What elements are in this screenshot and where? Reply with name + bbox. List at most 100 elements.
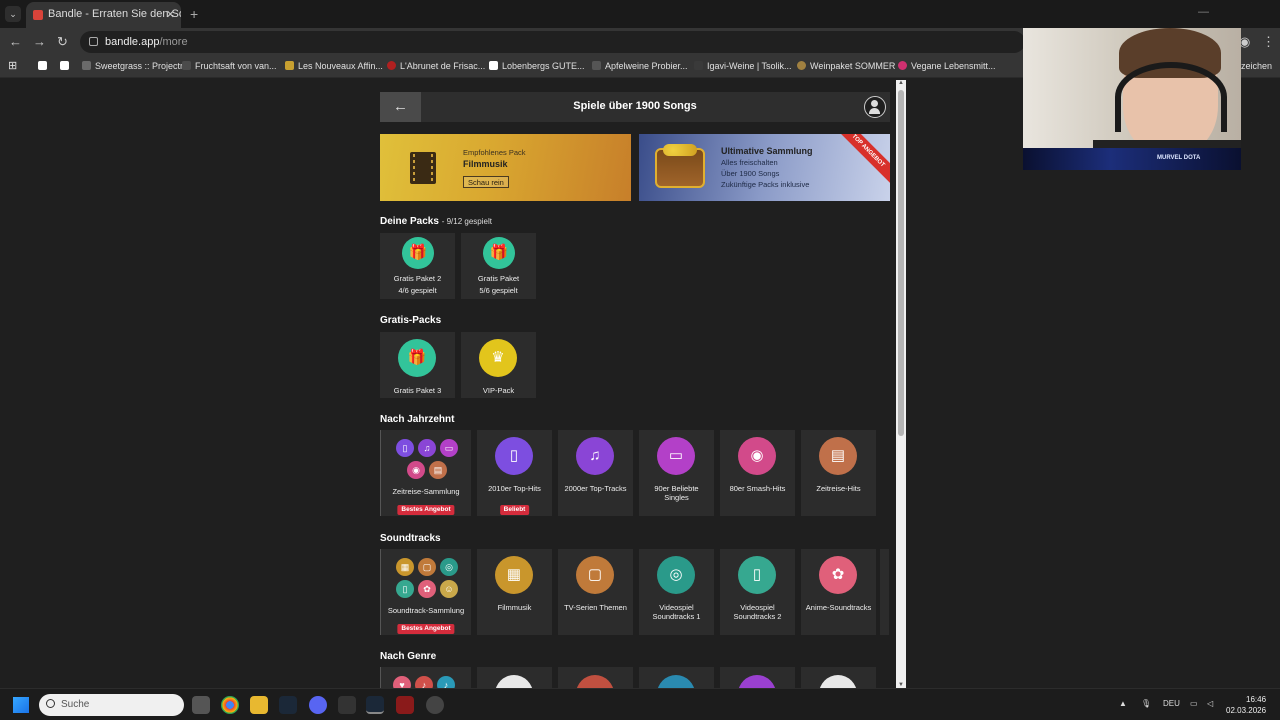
bookmark-2[interactable]: Fruchtsaft von van... — [182, 61, 277, 71]
task-view-icon[interactable] — [192, 696, 210, 714]
bookmark-6[interactable]: Apfelweine Probier... — [592, 61, 688, 71]
pack-card[interactable] — [477, 667, 552, 688]
pack-card[interactable]: 🎁 Gratis Paket 2 4/6 gespielt — [380, 233, 455, 299]
address-bar[interactable]: bandle.app/more — [80, 31, 1025, 53]
app-red-icon[interactable] — [396, 696, 414, 714]
ultimate-line2: Über 1900 Songs — [721, 169, 780, 178]
pack-status: 5/6 gespielt — [479, 286, 518, 295]
page-header: ← Spiele über 1900 Songs — [380, 92, 890, 122]
file-explorer-icon[interactable] — [250, 696, 268, 714]
amazon-bookmark-icon[interactable] — [38, 61, 51, 71]
crown-icon: ♛ — [479, 339, 517, 377]
pack-card[interactable] — [801, 667, 876, 688]
pack-name-line2: Soundtracks 2 — [733, 612, 782, 621]
pack-card[interactable]: ▭ 90er Beliebte Singles — [639, 430, 714, 516]
windows-start-icon[interactable] — [13, 697, 29, 713]
forward-nav-icon[interactable]: → — [33, 34, 46, 49]
featured-pack-banner[interactable]: Empfohlenes Pack Filmmusik Schau rein — [380, 134, 631, 201]
menu-icon[interactable]: ⋮ — [1262, 34, 1275, 50]
cassette-icon: ▭ — [657, 437, 695, 475]
collection-card[interactable]: ▯ ♫ ▭ ◉ ▤ Zeitreise-Sammlung Bestes Ange… — [380, 430, 471, 516]
bookmark-1[interactable]: Sweetgrass :: Projectr — [82, 61, 183, 71]
pack-card[interactable] — [558, 667, 633, 688]
look-inside-button[interactable]: Schau rein — [463, 176, 509, 188]
pack-card[interactable]: ▯ Videospiel Soundtracks 2 — [720, 549, 795, 635]
scroll-up-icon[interactable]: ▲ — [898, 80, 904, 86]
pack-card[interactable]: ♫ 2000er Top-Tracks — [558, 430, 633, 516]
app-circle-icon[interactable] — [426, 696, 444, 714]
discord-icon[interactable] — [309, 696, 327, 714]
pack-card[interactable] — [639, 667, 714, 688]
tray-overflow-icon[interactable]: ▲ — [1119, 699, 1127, 708]
bookmark-8[interactable]: Weinpaket SOMMER — [797, 61, 895, 71]
radio-icon: ▤ — [819, 437, 857, 475]
pack-card[interactable]: 🎁 Gratis Paket 3 — [380, 332, 455, 398]
vinyl-icon: ◉ — [407, 461, 425, 479]
bookmark-4[interactable]: L'Abrunet de Frisac... — [387, 61, 485, 71]
webcam-overlay-label: MURVEL DOTA — [1157, 155, 1201, 161]
all-bookmarks[interactable]: zeichen — [1241, 61, 1272, 71]
network-icon[interactable]: ▭ — [1190, 699, 1198, 708]
film-icon: ▦ — [396, 558, 414, 576]
pack-card[interactable]: ◎ Videospiel Soundtracks 1 — [639, 549, 714, 635]
theater-icon: ☺ — [440, 580, 458, 598]
pack-name: Gratis Paket — [477, 274, 520, 283]
taskbar-search[interactable]: Suche — [39, 694, 184, 716]
clock-date: 02.03.2026 — [1226, 706, 1267, 715]
new-tab-button[interactable]: + — [190, 6, 198, 22]
genre-icon — [738, 675, 776, 688]
bookmark-9[interactable]: Vegane Lebensmitt... — [898, 61, 996, 71]
gameboy-icon: ▯ — [738, 556, 776, 594]
ultimate-collection-banner[interactable]: Ultimative Sammlung Alles freischalten Ü… — [639, 134, 890, 201]
steam-active-icon[interactable] — [366, 696, 384, 714]
genre-icon — [495, 675, 533, 688]
browser-tab[interactable]: Bandle - Erraten Sie den Song, ... ✕ — [26, 2, 181, 28]
pack-card[interactable]: ▤ Zeitreise-Hits — [801, 430, 876, 516]
tab-search-button[interactable]: ⌄ — [5, 6, 21, 22]
back-nav-icon[interactable]: ← — [9, 34, 22, 49]
collection-card[interactable]: ♥ ♪ ♪ — [380, 667, 471, 688]
reload-icon[interactable]: ↻ — [57, 34, 68, 50]
guitar-icon: ♪ — [415, 676, 433, 688]
clock-time: 16:46 — [1246, 695, 1267, 704]
site-info-icon[interactable] — [89, 37, 98, 46]
apps-grid-icon[interactable]: ⊞ — [8, 59, 17, 72]
pack-card[interactable]: 🎁 Gratis Paket 5/6 gespielt — [461, 233, 536, 299]
free-packs-heading: Gratis-Packs — [380, 315, 442, 326]
amazon-bookmark-2-icon[interactable] — [60, 61, 73, 71]
chrome-icon[interactable] — [221, 696, 239, 714]
pack-card[interactable]: ▯ 2010er Top-Hits Beliebt — [477, 430, 552, 516]
tab-title: Bandle - Erraten Sie den Song, ... — [48, 8, 181, 20]
close-tab-icon[interactable]: ✕ — [166, 8, 175, 21]
pack-status: 4/6 gespielt — [398, 286, 437, 295]
scrollbar-thumb[interactable] — [898, 90, 904, 436]
steam-icon[interactable] — [279, 696, 297, 714]
pack-card[interactable]: ▢ TV-Serien Themen — [558, 549, 633, 635]
treasure-chest-icon — [655, 144, 705, 188]
bookmark-7[interactable]: Igavi-Weine | Tsolik... — [694, 61, 792, 71]
page-scrollbar[interactable]: ▲ ▼ — [896, 80, 906, 688]
pack-card[interactable]: ♛ VIP-Pack — [461, 332, 536, 398]
gamepad-icon: ◎ — [440, 558, 458, 576]
ultimate-line3: Zukünftige Packs inklusive — [721, 180, 810, 189]
volume-icon[interactable]: ◁ — [1207, 699, 1213, 708]
webcam-frame-bar — [1023, 148, 1241, 170]
pack-card[interactable] — [720, 667, 795, 688]
app-icon[interactable] — [338, 696, 356, 714]
collection-card[interactable]: ▦ ▢ ◎ ▯ ✿ ☺ Soundtrack-Sammlung Bestes A… — [380, 549, 471, 635]
system-clock[interactable]: 16:46 02.03.2026 — [1226, 694, 1266, 716]
pack-card[interactable]: ✿ Anime-Soundtracks — [801, 549, 876, 635]
ultimate-line1: Alles freischalten — [721, 158, 778, 167]
microphone-icon[interactable]: 🎙 — [1141, 699, 1151, 708]
cassette-icon: ▭ — [440, 439, 458, 457]
pack-card[interactable]: ▦ Filmmusik — [477, 549, 552, 635]
user-account-icon[interactable] — [864, 96, 886, 118]
minimize-button[interactable]: — — [1198, 6, 1209, 18]
pack-card-partial[interactable] — [880, 549, 889, 635]
input-language[interactable]: DEU — [1163, 699, 1180, 708]
bookmark-5[interactable]: Lobenbergs GUTE... — [489, 61, 585, 71]
phone-icon: ▯ — [396, 439, 414, 457]
bookmark-3[interactable]: Les Nouveaux Affin... — [285, 61, 383, 71]
pack-card[interactable]: ◉ 80er Smash-Hits — [720, 430, 795, 516]
headphones-shape — [1115, 62, 1227, 132]
